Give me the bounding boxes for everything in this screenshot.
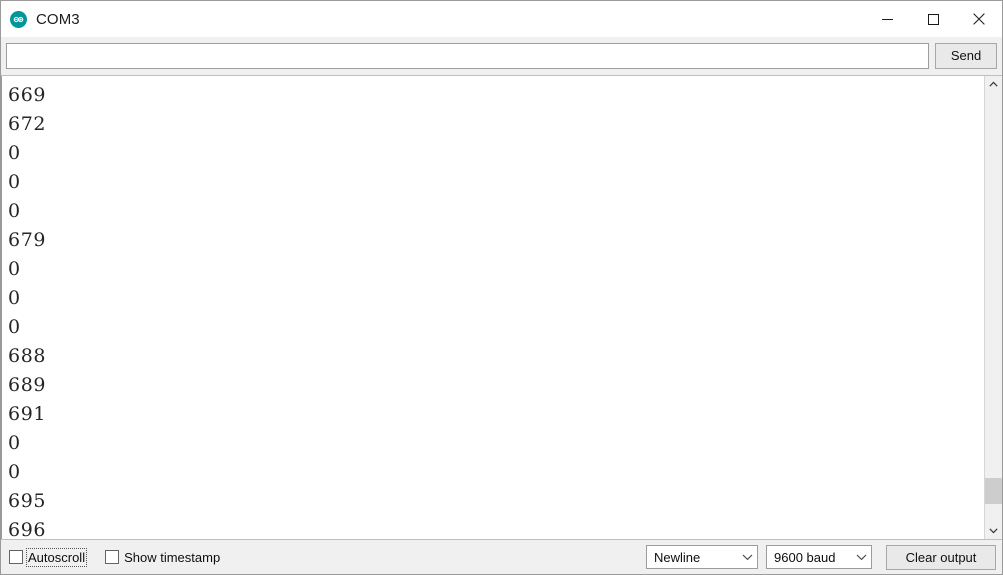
window-controls <box>864 1 1002 37</box>
close-icon[interactable] <box>956 1 1002 37</box>
serial-output-line: 672 <box>8 113 47 135</box>
line-ending-value: Newline <box>654 549 701 565</box>
serial-output-line: 695 <box>8 490 47 512</box>
autoscroll-checkbox[interactable]: Autoscroll <box>9 547 88 567</box>
serial-output-line: 691 <box>8 403 47 425</box>
serial-output-line: 0 <box>8 432 21 454</box>
baud-rate-dropdown[interactable]: 9600 baud <box>766 545 872 569</box>
serial-output-line: 688 <box>8 345 47 367</box>
scroll-track[interactable] <box>985 93 1002 522</box>
autoscroll-checkbox-box[interactable] <box>9 550 23 564</box>
send-input[interactable] <box>6 43 929 69</box>
scroll-thumb[interactable] <box>985 478 1002 504</box>
vertical-scrollbar[interactable] <box>984 76 1002 539</box>
send-row: Send <box>1 37 1002 75</box>
minimize-icon[interactable] <box>864 1 910 37</box>
send-button[interactable]: Send <box>935 43 997 69</box>
status-bar: Autoscroll Show timestamp Newline 9600 b… <box>1 540 1002 574</box>
serial-output-line: 696 <box>8 519 47 539</box>
title-bar: COM3 <box>1 1 1002 37</box>
serial-output-line: 0 <box>8 171 21 193</box>
serial-output-line: 0 <box>8 142 21 164</box>
clear-output-button[interactable]: Clear output <box>886 544 996 570</box>
arduino-logo-icon <box>10 10 27 28</box>
show-timestamp-checkbox-box[interactable] <box>105 550 120 564</box>
scroll-up-icon[interactable] <box>985 76 1002 93</box>
show-timestamp-label: Show timestamp <box>124 549 221 565</box>
show-timestamp-checkbox[interactable]: Show timestamp <box>105 550 220 565</box>
window-title: COM3 <box>36 10 80 28</box>
serial-output-line: 0 <box>8 258 21 280</box>
serial-output[interactable]: 669 672 0 0 0 679 0 0 0 688 689 691 0 0 695 696 <box>1 76 984 539</box>
autoscroll-label: Autoscroll <box>25 547 88 567</box>
chevron-down-icon <box>856 548 867 566</box>
serial-output-line: 0 <box>8 200 21 222</box>
serial-output-line: 0 <box>8 287 21 309</box>
serial-output-line: 669 <box>8 84 47 106</box>
serial-output-line: 689 <box>8 374 47 396</box>
chevron-down-icon <box>742 548 753 566</box>
serial-output-line: 679 <box>8 229 47 251</box>
console-area: 669 672 0 0 0 679 0 0 0 688 689 691 0 0 695 696 <box>1 75 1002 540</box>
serial-output-line: 0 <box>8 316 21 338</box>
scroll-down-icon[interactable] <box>985 522 1002 539</box>
line-ending-dropdown[interactable]: Newline <box>646 545 758 569</box>
baud-rate-value: 9600 baud <box>774 549 836 565</box>
maximize-icon[interactable] <box>910 1 956 37</box>
title-bar-left: COM3 <box>1 10 80 28</box>
serial-monitor-window: COM3 Send 669 672 0 0 0 679 0 0 0 688 689 691 0 0 695 6… <box>0 0 1003 575</box>
serial-output-line: 0 <box>8 461 21 483</box>
